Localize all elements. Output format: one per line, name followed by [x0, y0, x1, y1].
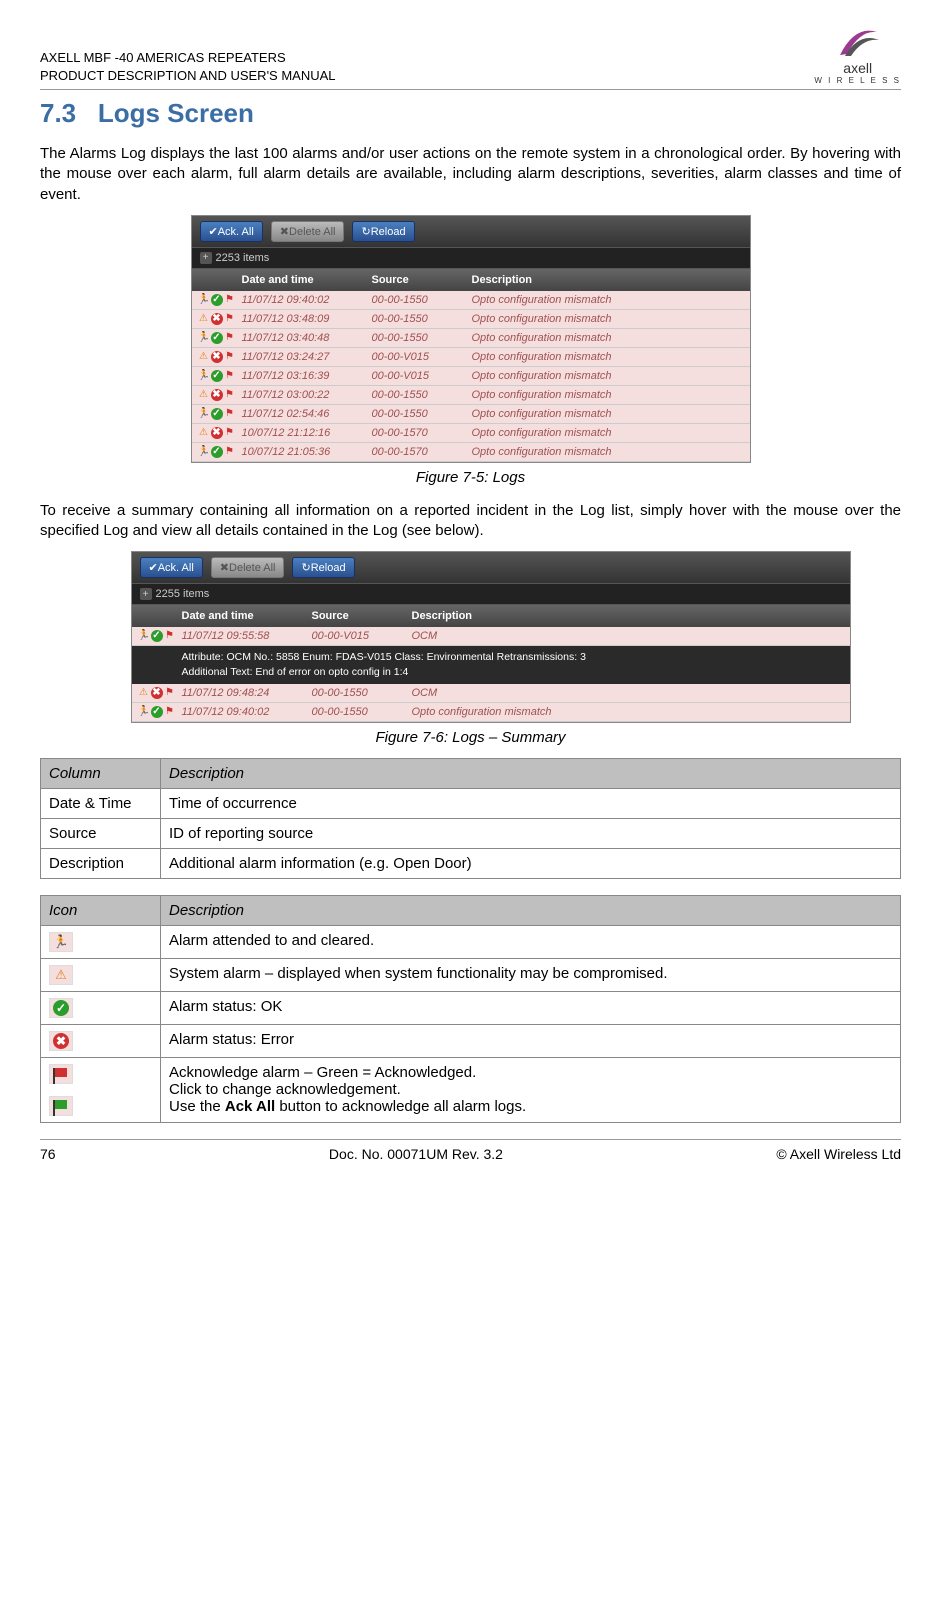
page-number: 76 — [40, 1146, 56, 1162]
system-alarm-icon: ⚠ — [49, 965, 73, 985]
log-table-header: Date and time Source Description — [132, 605, 850, 627]
delete-all-button[interactable]: ✖Delete All — [271, 221, 345, 242]
paragraph-summary: To receive a summary containing all info… — [40, 501, 901, 542]
table-row: Description Additional alarm information… — [41, 848, 901, 878]
status-error-icon: ✖ — [49, 1031, 73, 1051]
doc-number: Doc. No. 00071UM Rev. 3.2 — [329, 1146, 503, 1162]
table-row: ⚠ System alarm – displayed when system f… — [41, 958, 901, 991]
table-row: 🏃 Alarm attended to and cleared. — [41, 925, 901, 958]
log-row[interactable]: ⚠✖⚑10/07/12 21:12:1600-00-1570Opto confi… — [192, 424, 750, 443]
log-row-detail: Attribute: OCM No.: 5858 Enum: FDAS-V015… — [132, 646, 850, 683]
page-header: AXELL MBF -40 AMERICAS REPEATERS PRODUCT… — [40, 20, 901, 90]
ack-flag-green-icon — [49, 1096, 73, 1116]
log-row[interactable]: 🏃✓⚑ 11/07/12 09:55:58 00-00-V015 OCM — [132, 627, 850, 646]
log-row[interactable]: 🏃✓⚑11/07/12 03:16:3900-00-V015Opto confi… — [192, 367, 750, 386]
table-row: ✓ Alarm status: OK — [41, 991, 901, 1024]
expand-icon[interactable]: + — [200, 252, 212, 264]
log-row[interactable]: 🏃✓⚑11/07/12 09:40:0200-00-1550Opto confi… — [192, 291, 750, 310]
logs-screenshot-2: ✔Ack. All ✖Delete All ↻Reload + 2255 ite… — [131, 551, 851, 722]
copyright: © Axell Wireless Ltd — [776, 1146, 901, 1162]
reload-button[interactable]: ↻Reload — [292, 557, 354, 578]
ack-flag-red-icon — [49, 1064, 73, 1084]
log-row[interactable]: ⚠✖⚑ 11/07/12 09:48:24 00-00-1550 OCM — [132, 684, 850, 703]
log-row[interactable]: 🏃✓⚑10/07/12 21:05:3600-00-1570Opto confi… — [192, 443, 750, 462]
header-line1: AXELL MBF -40 AMERICAS REPEATERS — [40, 49, 336, 67]
logo-text-main: axell — [843, 60, 872, 76]
th-icon: Icon — [41, 895, 161, 925]
log-row[interactable]: ⚠✖⚑11/07/12 03:48:0900-00-1550Opto confi… — [192, 310, 750, 329]
page-footer: 76 Doc. No. 00071UM Rev. 3.2 © Axell Wir… — [40, 1139, 901, 1162]
figure-caption-1: Figure 7-5: Logs — [40, 469, 901, 486]
items-count: 2255 items — [156, 588, 210, 600]
logo-swirl-icon — [835, 20, 881, 60]
figure-caption-2: Figure 7-6: Logs – Summary — [40, 729, 901, 746]
expand-icon[interactable]: + — [140, 588, 152, 600]
th-description: Description — [161, 895, 901, 925]
table-row: Acknowledge alarm – Green = Acknowledged… — [41, 1057, 901, 1090]
log-table-header: Date and time Source Description — [192, 269, 750, 291]
log-row[interactable]: ⚠✖⚑11/07/12 03:24:2700-00-V015Opto confi… — [192, 348, 750, 367]
th-description: Description — [161, 758, 901, 788]
status-ok-icon: ✓ — [49, 998, 73, 1018]
delete-all-button[interactable]: ✖Delete All — [211, 557, 285, 578]
brand-logo: axell W I R E L E S S — [814, 20, 901, 85]
log-row[interactable]: ⚠✖⚑11/07/12 03:00:2200-00-1550Opto confi… — [192, 386, 750, 405]
table-row: ✖ Alarm status: Error — [41, 1024, 901, 1057]
table-row: Source ID of reporting source — [41, 818, 901, 848]
paragraph-intro: The Alarms Log displays the last 100 ala… — [40, 144, 901, 205]
ack-all-button[interactable]: ✔Ack. All — [200, 221, 263, 242]
log-row[interactable]: 🏃✓⚑11/07/12 02:54:4600-00-1550Opto confi… — [192, 405, 750, 424]
logs-screenshot-1: ✔Ack. All ✖Delete All ↻Reload + 2253 ite… — [191, 215, 751, 463]
log-row[interactable]: 🏃✓⚑ 11/07/12 09:40:02 00-00-1550 Opto co… — [132, 703, 850, 722]
items-count: 2253 items — [216, 252, 270, 264]
logo-text-sub: W I R E L E S S — [814, 76, 901, 85]
log-row[interactable]: 🏃✓⚑11/07/12 03:40:4800-00-1550Opto confi… — [192, 329, 750, 348]
ack-all-button[interactable]: ✔Ack. All — [140, 557, 203, 578]
column-description-table: Column Description Date & Time Time of o… — [40, 758, 901, 879]
th-column: Column — [41, 758, 161, 788]
icon-description-table: Icon Description 🏃 Alarm attended to and… — [40, 895, 901, 1123]
cleared-icon: 🏃 — [49, 932, 73, 952]
table-row: Date & Time Time of occurrence — [41, 788, 901, 818]
section-heading: 7.3 Logs Screen — [40, 98, 901, 129]
reload-button[interactable]: ↻Reload — [352, 221, 414, 242]
header-line2: PRODUCT DESCRIPTION AND USER'S MANUAL — [40, 67, 336, 85]
